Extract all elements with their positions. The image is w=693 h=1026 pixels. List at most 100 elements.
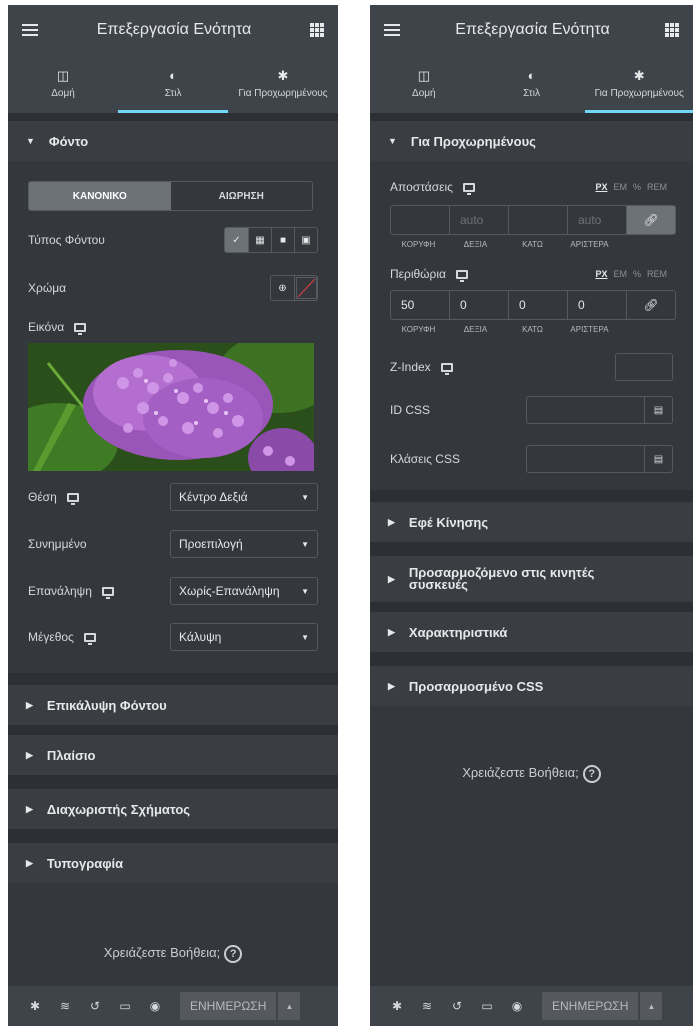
unit-em[interactable]: EM [613, 182, 627, 192]
repeat-select[interactable]: Χωρίς-Επανάληψη ▼ [170, 577, 318, 605]
panel-title: Επεξεργασία Ενότητα [96, 21, 252, 38]
padding-label-text: Περιθώρια [390, 267, 446, 281]
section-advanced[interactable]: ▼ Για Προχωρημένους [370, 121, 693, 161]
unit-px[interactable]: PX [595, 182, 607, 192]
margin-header-row: Αποστάσεις PX EM% REM [390, 179, 673, 196]
layers-icon[interactable]: ≋ [412, 999, 442, 1013]
monitor-icon[interactable] [440, 363, 453, 376]
unit-rem[interactable]: REM [647, 182, 667, 192]
color-picker-swatch[interactable] [294, 276, 317, 300]
history-icon[interactable]: ↺ [80, 999, 110, 1013]
margin-right-input[interactable]: auto [449, 206, 508, 234]
background-image-preview[interactable] [28, 343, 314, 471]
monitor-icon[interactable] [101, 587, 114, 600]
state-hover-button[interactable]: ΑΙΩΡΗΣΗ [171, 182, 313, 210]
responsive-mode-icon[interactable]: ▭ [472, 999, 502, 1013]
widgets-grid-icon[interactable] [310, 23, 324, 37]
unit-percent[interactable]: % [633, 269, 641, 279]
position-select[interactable]: Κέντρο Δεξιά ▼ [170, 483, 318, 511]
css-classes-input[interactable]: ▤ [526, 445, 673, 473]
tab-layout[interactable]: ◫ Δομή [8, 55, 118, 113]
section-typography[interactable]: ▶ Τυπογραφία [8, 843, 338, 883]
section-background-label: Φόντο [48, 133, 89, 149]
settings-gear-icon[interactable]: ✱ [20, 999, 50, 1013]
padding-left-input[interactable]: 0 [567, 291, 626, 319]
section-label: Διαχωριστής Σχήματος [46, 801, 191, 817]
monitor-icon[interactable] [83, 633, 96, 646]
dynamic-tags-icon[interactable]: ▤ [644, 397, 672, 423]
unit-rem[interactable]: REM [647, 269, 667, 279]
monitor-icon[interactable] [455, 270, 468, 283]
margin-bottom-input[interactable] [508, 206, 567, 234]
tab-advanced[interactable]: ✱ Για Προχωρημένους [585, 55, 693, 113]
help-link[interactable]: Χρειάζεστε Βοήθεια;? [8, 945, 338, 963]
section-motion-effects[interactable]: ▶ Εφέ Κίνησης [370, 502, 693, 542]
video-icon[interactable]: ■ [271, 228, 294, 252]
monitor-icon[interactable] [462, 183, 475, 196]
section-gap [8, 725, 338, 735]
gear-icon: ✱ [277, 68, 289, 83]
link-values-button[interactable]: 🔗︎ [626, 206, 675, 234]
section-attributes[interactable]: ▶ Χαρακτηριστικά [370, 612, 693, 652]
css-id-label: ID CSS [390, 403, 431, 417]
dim-label-top: ΚΟΡΥΦΗ [401, 325, 436, 334]
section-gap [8, 829, 338, 843]
unit-percent[interactable]: % [633, 182, 641, 192]
attachment-select[interactable]: Προεπιλογή ▼ [170, 530, 318, 558]
margin-left-input[interactable]: auto [567, 206, 626, 234]
section-border[interactable]: ▶ Πλαίσιο [8, 735, 338, 775]
margin-top-input[interactable] [391, 206, 449, 234]
update-button[interactable]: ΕΝΗΜΕΡΩΣΗ [180, 992, 277, 1020]
caret-right-icon: ▶ [388, 626, 395, 637]
gradient-icon[interactable]: ▦ [248, 228, 271, 252]
unit-px[interactable]: PX [595, 269, 607, 279]
settings-gear-icon[interactable]: ✱ [382, 999, 412, 1013]
caret-right-icon: ▶ [26, 803, 33, 814]
tab-style[interactable]: ◐ Στιλ [478, 55, 586, 113]
preview-eye-icon[interactable]: ◉ [140, 999, 170, 1013]
dim-label-right: ΔΕΞΙΑ [463, 325, 488, 334]
padding-bottom-input[interactable]: 0 [508, 291, 567, 319]
tab-layout[interactable]: ◫ Δομή [370, 55, 478, 113]
zindex-input[interactable] [615, 353, 673, 381]
link-values-button[interactable]: 🔗︎ [626, 291, 675, 319]
history-icon[interactable]: ↺ [442, 999, 472, 1013]
update-options-button[interactable]: ▲ [640, 992, 663, 1020]
question-icon: ? [224, 945, 243, 963]
section-label: Πλαίσιο [46, 747, 96, 763]
section-gap [370, 542, 693, 556]
padding-top-input[interactable]: 50 [391, 291, 449, 319]
globe-icon[interactable]: ⊕ [271, 276, 294, 300]
padding-right-input[interactable]: 0 [449, 291, 508, 319]
section-background[interactable]: ▼ Φόντο [8, 121, 338, 161]
section-label: Προσαρμοσμένο CSS [408, 678, 544, 694]
unit-em[interactable]: EM [613, 269, 627, 279]
help-link[interactable]: Χρειάζεστε Βοήθεια;? [370, 765, 693, 783]
update-button[interactable]: ΕΝΗΜΕΡΩΣΗ [542, 992, 639, 1020]
section-responsive[interactable]: ▶ Προσαρμοζόμενο στις κινητές συσκευές [370, 556, 693, 602]
responsive-mode-icon[interactable]: ▭ [110, 999, 140, 1013]
slideshow-icon[interactable]: ▣ [294, 228, 317, 252]
dynamic-tags-icon[interactable]: ▤ [644, 446, 672, 472]
caret-right-icon: ▶ [388, 680, 395, 691]
brush-icon[interactable]: ✓ [225, 228, 248, 252]
preview-eye-icon[interactable]: ◉ [502, 999, 532, 1013]
layers-icon[interactable]: ≋ [50, 999, 80, 1013]
tab-advanced[interactable]: ✱ Για Προχωρημένους [228, 55, 338, 113]
state-normal-button[interactable]: ΚΑΝΟΝΙΚΟ [29, 182, 171, 210]
zindex-label: Z-Index [390, 360, 615, 376]
size-select[interactable]: Κάλυψη ▼ [170, 623, 318, 651]
monitor-icon[interactable] [74, 322, 87, 335]
section-background-overlay[interactable]: ▶ Επικάλυψη Φόντου [8, 685, 338, 725]
section-shape-divider[interactable]: ▶ Διαχωριστής Σχήματος [8, 789, 338, 829]
widgets-grid-icon[interactable] [665, 23, 679, 37]
section-custom-css[interactable]: ▶ Προσαρμοσμένο CSS [370, 666, 693, 706]
update-options-button[interactable]: ▲ [278, 992, 301, 1020]
css-id-input[interactable]: ▤ [526, 396, 673, 424]
caret-right-icon: ▶ [26, 857, 33, 868]
tab-style[interactable]: ◐ Στιλ [118, 55, 228, 113]
menu-icon[interactable] [22, 24, 38, 36]
tab-style-label: Στιλ [523, 88, 540, 99]
monitor-icon[interactable] [66, 493, 79, 506]
menu-icon[interactable] [384, 24, 400, 36]
